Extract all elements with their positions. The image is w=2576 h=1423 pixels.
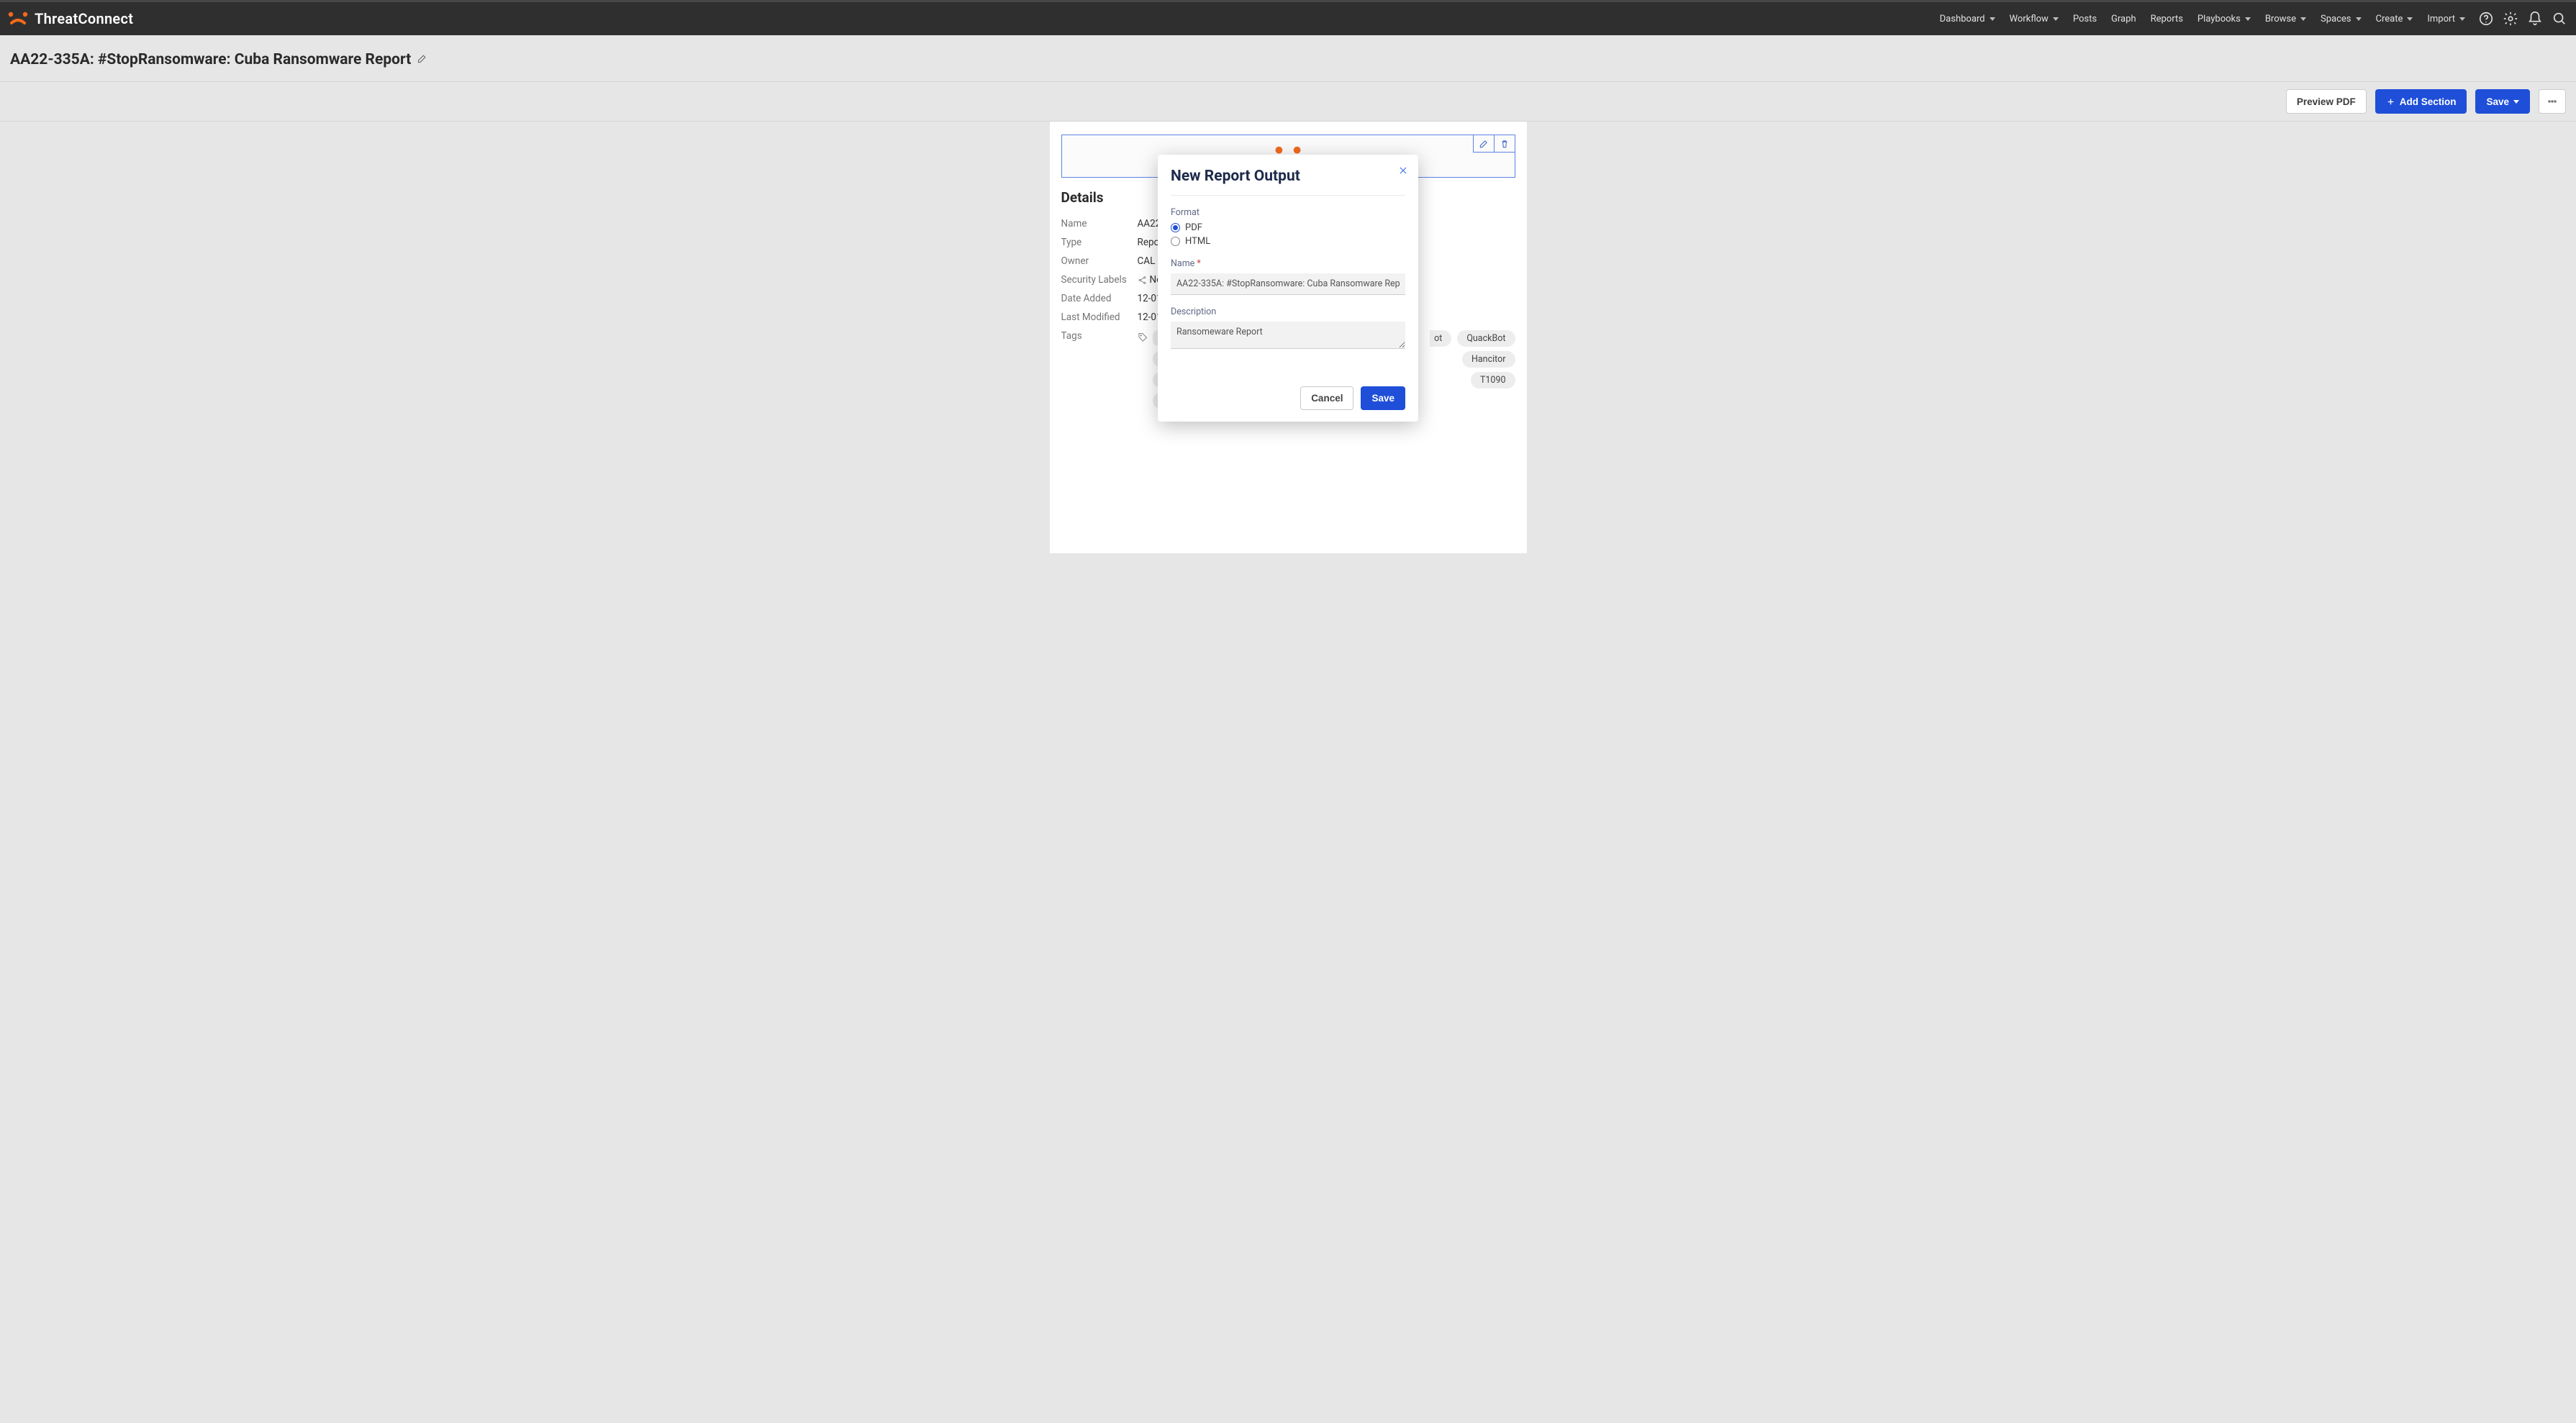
nav-graph[interactable]: Graph	[2104, 1, 2144, 37]
share-icon	[1138, 276, 1147, 285]
tag-pill[interactable]: T1090	[1471, 372, 1515, 388]
nav-playbooks[interactable]: Playbooks	[2190, 1, 2258, 37]
description-group: Description	[1171, 306, 1405, 352]
nav-graph-label: Graph	[2111, 14, 2136, 24]
radio-icon	[1171, 223, 1180, 232]
nav-workflow-label: Workflow	[2010, 14, 2049, 24]
tag-icon	[1138, 330, 1148, 345]
chevron-down-icon	[2300, 17, 2306, 21]
nav-reports-label: Reports	[2151, 14, 2183, 24]
nav-create-label: Create	[2376, 14, 2403, 24]
name-field[interactable]	[1171, 273, 1405, 295]
top-nav: ThreatConnect Dashboard Workflow Posts G…	[0, 0, 2576, 35]
format-option-pdf[interactable]: PDF	[1171, 222, 1405, 233]
chevron-down-icon	[2459, 17, 2465, 21]
nav-browse-label: Browse	[2265, 14, 2296, 24]
nav-browse[interactable]: Browse	[2258, 1, 2313, 37]
description-label: Description	[1171, 306, 1405, 317]
tag-pill[interactable]: ot	[1430, 330, 1451, 347]
nav-spaces[interactable]: Spaces	[2313, 1, 2369, 37]
action-bar: Preview PDF Add Section Save	[0, 82, 2576, 122]
tag-pill[interactable]: Hancitor	[1462, 351, 1515, 368]
settings-icon[interactable]	[2503, 11, 2518, 27]
nav-dashboard[interactable]: Dashboard	[1933, 1, 2003, 37]
name-group: Name *	[1171, 258, 1405, 295]
nav-workflow[interactable]: Workflow	[2003, 1, 2066, 37]
new-report-output-modal: New Report Output Format PDF HTML Name *…	[1158, 155, 1418, 422]
chevron-down-icon	[2245, 17, 2251, 21]
nav-posts-label: Posts	[2073, 14, 2097, 24]
chevron-down-icon	[2356, 17, 2362, 21]
nav-spaces-label: Spaces	[2321, 14, 2351, 24]
save-label: Save	[2486, 96, 2509, 107]
format-group: Format PDF HTML	[1171, 207, 1405, 247]
description-field[interactable]	[1171, 322, 1405, 349]
more-actions-button[interactable]	[2539, 89, 2566, 114]
format-html-label: HTML	[1185, 236, 1210, 247]
tag-pill[interactable]: QuackBot	[1457, 330, 1515, 347]
preview-pdf-button[interactable]: Preview PDF	[2286, 89, 2367, 114]
search-icon[interactable]	[2552, 11, 2567, 27]
delete-section-icon[interactable]	[1494, 135, 1515, 153]
edit-title-icon[interactable]	[417, 53, 427, 67]
radio-icon	[1171, 237, 1180, 246]
chevron-down-icon	[2407, 17, 2413, 21]
chevron-down-icon	[2053, 17, 2059, 21]
nav-import[interactable]: Import	[2420, 1, 2472, 37]
chevron-down-icon	[2513, 100, 2519, 104]
add-section-button[interactable]: Add Section	[2375, 89, 2467, 114]
nav-playbooks-label: Playbooks	[2198, 14, 2241, 24]
nav-import-label: Import	[2427, 14, 2455, 24]
page-title: AA22-335A: #StopRansomware: Cuba Ransomw…	[10, 51, 411, 68]
brand-name: ThreatConnect	[35, 10, 133, 27]
help-icon[interactable]	[2478, 11, 2494, 27]
cancel-button[interactable]: Cancel	[1300, 386, 1353, 410]
name-label: Name	[1171, 258, 1194, 269]
main-nav: Dashboard Workflow Posts Graph Reports P…	[1933, 1, 2567, 37]
chevron-down-icon	[1990, 17, 1995, 21]
nav-reports[interactable]: Reports	[2144, 1, 2190, 37]
brand-mark-icon	[7, 10, 29, 27]
nav-dashboard-label: Dashboard	[1940, 14, 1985, 24]
nav-create[interactable]: Create	[2369, 1, 2421, 37]
modal-save-button[interactable]: Save	[1361, 386, 1405, 410]
title-bar: AA22-335A: #StopRansomware: Cuba Ransomw…	[0, 35, 2576, 82]
modal-title: New Report Output	[1171, 168, 1405, 196]
nav-posts[interactable]: Posts	[2066, 1, 2104, 37]
format-pdf-label: PDF	[1185, 222, 1202, 233]
brand-logo[interactable]: ThreatConnect	[7, 10, 133, 27]
add-section-label: Add Section	[2400, 96, 2457, 107]
notifications-icon[interactable]	[2527, 11, 2543, 27]
edit-section-icon[interactable]	[1473, 135, 1494, 153]
save-button[interactable]: Save	[2475, 89, 2530, 114]
format-label: Format	[1171, 207, 1405, 218]
format-option-html[interactable]: HTML	[1171, 236, 1405, 247]
close-icon[interactable]	[1398, 165, 1408, 178]
